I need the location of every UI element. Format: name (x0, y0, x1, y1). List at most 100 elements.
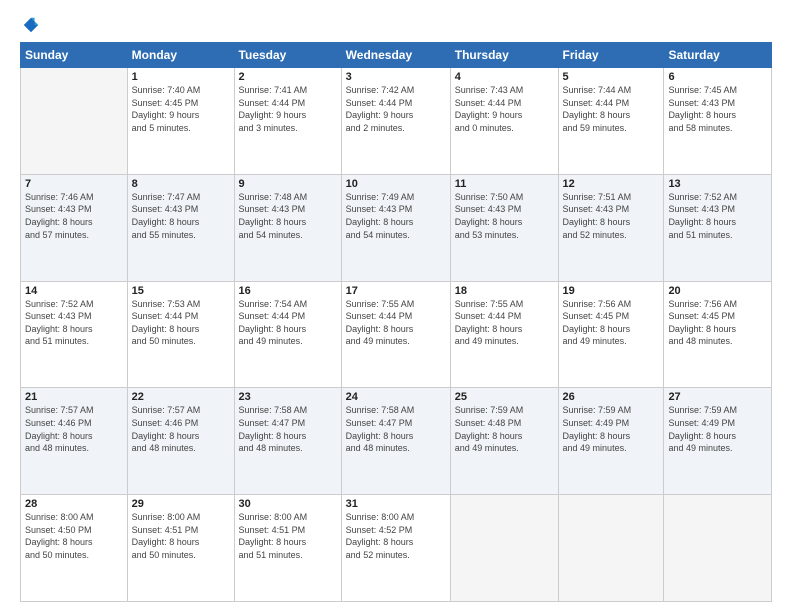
day-info: Sunrise: 7:52 AM Sunset: 4:43 PM Dayligh… (668, 191, 767, 241)
day-info: Sunrise: 7:59 AM Sunset: 4:49 PM Dayligh… (668, 404, 767, 454)
calendar-cell: 10Sunrise: 7:49 AM Sunset: 4:43 PM Dayli… (341, 174, 450, 281)
day-info: Sunrise: 7:48 AM Sunset: 4:43 PM Dayligh… (239, 191, 337, 241)
col-header-tuesday: Tuesday (234, 43, 341, 68)
calendar-cell: 3Sunrise: 7:42 AM Sunset: 4:44 PM Daylig… (341, 68, 450, 175)
day-info: Sunrise: 7:55 AM Sunset: 4:44 PM Dayligh… (455, 298, 554, 348)
day-number: 30 (239, 498, 337, 510)
col-header-monday: Monday (127, 43, 234, 68)
calendar-cell (450, 495, 558, 602)
day-info: Sunrise: 8:00 AM Sunset: 4:50 PM Dayligh… (25, 511, 123, 561)
header (20, 16, 772, 34)
day-number: 1 (132, 71, 230, 83)
calendar-cell: 1Sunrise: 7:40 AM Sunset: 4:45 PM Daylig… (127, 68, 234, 175)
day-info: Sunrise: 7:54 AM Sunset: 4:44 PM Dayligh… (239, 298, 337, 348)
day-number: 5 (563, 71, 660, 83)
calendar-cell: 23Sunrise: 7:58 AM Sunset: 4:47 PM Dayli… (234, 388, 341, 495)
calendar-cell: 5Sunrise: 7:44 AM Sunset: 4:44 PM Daylig… (558, 68, 664, 175)
calendar-cell: 25Sunrise: 7:59 AM Sunset: 4:48 PM Dayli… (450, 388, 558, 495)
calendar-week-1: 1Sunrise: 7:40 AM Sunset: 4:45 PM Daylig… (21, 68, 772, 175)
col-header-thursday: Thursday (450, 43, 558, 68)
day-info: Sunrise: 7:58 AM Sunset: 4:47 PM Dayligh… (346, 404, 446, 454)
calendar-cell: 31Sunrise: 8:00 AM Sunset: 4:52 PM Dayli… (341, 495, 450, 602)
day-number: 14 (25, 285, 123, 297)
calendar-cell (21, 68, 128, 175)
day-number: 31 (346, 498, 446, 510)
day-info: Sunrise: 7:57 AM Sunset: 4:46 PM Dayligh… (25, 404, 123, 454)
day-number: 22 (132, 391, 230, 403)
calendar-header-row: SundayMondayTuesdayWednesdayThursdayFrid… (21, 43, 772, 68)
calendar-cell: 11Sunrise: 7:50 AM Sunset: 4:43 PM Dayli… (450, 174, 558, 281)
calendar-cell: 22Sunrise: 7:57 AM Sunset: 4:46 PM Dayli… (127, 388, 234, 495)
calendar-cell: 30Sunrise: 8:00 AM Sunset: 4:51 PM Dayli… (234, 495, 341, 602)
calendar-week-2: 7Sunrise: 7:46 AM Sunset: 4:43 PM Daylig… (21, 174, 772, 281)
day-info: Sunrise: 7:42 AM Sunset: 4:44 PM Dayligh… (346, 84, 446, 134)
calendar: SundayMondayTuesdayWednesdayThursdayFrid… (20, 42, 772, 602)
day-info: Sunrise: 7:51 AM Sunset: 4:43 PM Dayligh… (563, 191, 660, 241)
calendar-cell: 4Sunrise: 7:43 AM Sunset: 4:44 PM Daylig… (450, 68, 558, 175)
day-number: 8 (132, 178, 230, 190)
day-info: Sunrise: 7:52 AM Sunset: 4:43 PM Dayligh… (25, 298, 123, 348)
day-info: Sunrise: 7:47 AM Sunset: 4:43 PM Dayligh… (132, 191, 230, 241)
day-number: 29 (132, 498, 230, 510)
col-header-saturday: Saturday (664, 43, 772, 68)
day-info: Sunrise: 7:59 AM Sunset: 4:48 PM Dayligh… (455, 404, 554, 454)
page: SundayMondayTuesdayWednesdayThursdayFrid… (0, 0, 792, 612)
day-info: Sunrise: 7:50 AM Sunset: 4:43 PM Dayligh… (455, 191, 554, 241)
calendar-cell: 18Sunrise: 7:55 AM Sunset: 4:44 PM Dayli… (450, 281, 558, 388)
day-info: Sunrise: 7:53 AM Sunset: 4:44 PM Dayligh… (132, 298, 230, 348)
col-header-wednesday: Wednesday (341, 43, 450, 68)
logo-icon (22, 16, 40, 34)
day-info: Sunrise: 8:00 AM Sunset: 4:51 PM Dayligh… (132, 511, 230, 561)
day-number: 17 (346, 285, 446, 297)
day-info: Sunrise: 7:44 AM Sunset: 4:44 PM Dayligh… (563, 84, 660, 134)
calendar-cell: 19Sunrise: 7:56 AM Sunset: 4:45 PM Dayli… (558, 281, 664, 388)
day-info: Sunrise: 8:00 AM Sunset: 4:52 PM Dayligh… (346, 511, 446, 561)
day-info: Sunrise: 7:41 AM Sunset: 4:44 PM Dayligh… (239, 84, 337, 134)
logo-text (20, 16, 40, 34)
day-info: Sunrise: 8:00 AM Sunset: 4:51 PM Dayligh… (239, 511, 337, 561)
day-number: 12 (563, 178, 660, 190)
calendar-cell: 29Sunrise: 8:00 AM Sunset: 4:51 PM Dayli… (127, 495, 234, 602)
calendar-cell: 13Sunrise: 7:52 AM Sunset: 4:43 PM Dayli… (664, 174, 772, 281)
day-number: 23 (239, 391, 337, 403)
day-info: Sunrise: 7:56 AM Sunset: 4:45 PM Dayligh… (668, 298, 767, 348)
calendar-cell: 9Sunrise: 7:48 AM Sunset: 4:43 PM Daylig… (234, 174, 341, 281)
day-info: Sunrise: 7:43 AM Sunset: 4:44 PM Dayligh… (455, 84, 554, 134)
day-number: 9 (239, 178, 337, 190)
calendar-cell: 24Sunrise: 7:58 AM Sunset: 4:47 PM Dayli… (341, 388, 450, 495)
day-number: 13 (668, 178, 767, 190)
calendar-cell: 21Sunrise: 7:57 AM Sunset: 4:46 PM Dayli… (21, 388, 128, 495)
calendar-cell: 17Sunrise: 7:55 AM Sunset: 4:44 PM Dayli… (341, 281, 450, 388)
day-number: 18 (455, 285, 554, 297)
calendar-cell (664, 495, 772, 602)
day-info: Sunrise: 7:46 AM Sunset: 4:43 PM Dayligh… (25, 191, 123, 241)
calendar-cell: 26Sunrise: 7:59 AM Sunset: 4:49 PM Dayli… (558, 388, 664, 495)
day-number: 10 (346, 178, 446, 190)
day-number: 11 (455, 178, 554, 190)
calendar-cell: 16Sunrise: 7:54 AM Sunset: 4:44 PM Dayli… (234, 281, 341, 388)
day-number: 28 (25, 498, 123, 510)
calendar-week-5: 28Sunrise: 8:00 AM Sunset: 4:50 PM Dayli… (21, 495, 772, 602)
day-info: Sunrise: 7:55 AM Sunset: 4:44 PM Dayligh… (346, 298, 446, 348)
col-header-friday: Friday (558, 43, 664, 68)
day-info: Sunrise: 7:45 AM Sunset: 4:43 PM Dayligh… (668, 84, 767, 134)
calendar-cell: 7Sunrise: 7:46 AM Sunset: 4:43 PM Daylig… (21, 174, 128, 281)
day-info: Sunrise: 7:49 AM Sunset: 4:43 PM Dayligh… (346, 191, 446, 241)
calendar-cell: 20Sunrise: 7:56 AM Sunset: 4:45 PM Dayli… (664, 281, 772, 388)
day-number: 19 (563, 285, 660, 297)
day-number: 20 (668, 285, 767, 297)
day-number: 7 (25, 178, 123, 190)
calendar-cell: 6Sunrise: 7:45 AM Sunset: 4:43 PM Daylig… (664, 68, 772, 175)
calendar-cell (558, 495, 664, 602)
day-number: 6 (668, 71, 767, 83)
day-info: Sunrise: 7:58 AM Sunset: 4:47 PM Dayligh… (239, 404, 337, 454)
calendar-cell: 8Sunrise: 7:47 AM Sunset: 4:43 PM Daylig… (127, 174, 234, 281)
day-number: 24 (346, 391, 446, 403)
calendar-cell: 2Sunrise: 7:41 AM Sunset: 4:44 PM Daylig… (234, 68, 341, 175)
calendar-cell: 15Sunrise: 7:53 AM Sunset: 4:44 PM Dayli… (127, 281, 234, 388)
day-number: 2 (239, 71, 337, 83)
day-number: 4 (455, 71, 554, 83)
day-number: 16 (239, 285, 337, 297)
calendar-cell: 14Sunrise: 7:52 AM Sunset: 4:43 PM Dayli… (21, 281, 128, 388)
calendar-cell: 27Sunrise: 7:59 AM Sunset: 4:49 PM Dayli… (664, 388, 772, 495)
